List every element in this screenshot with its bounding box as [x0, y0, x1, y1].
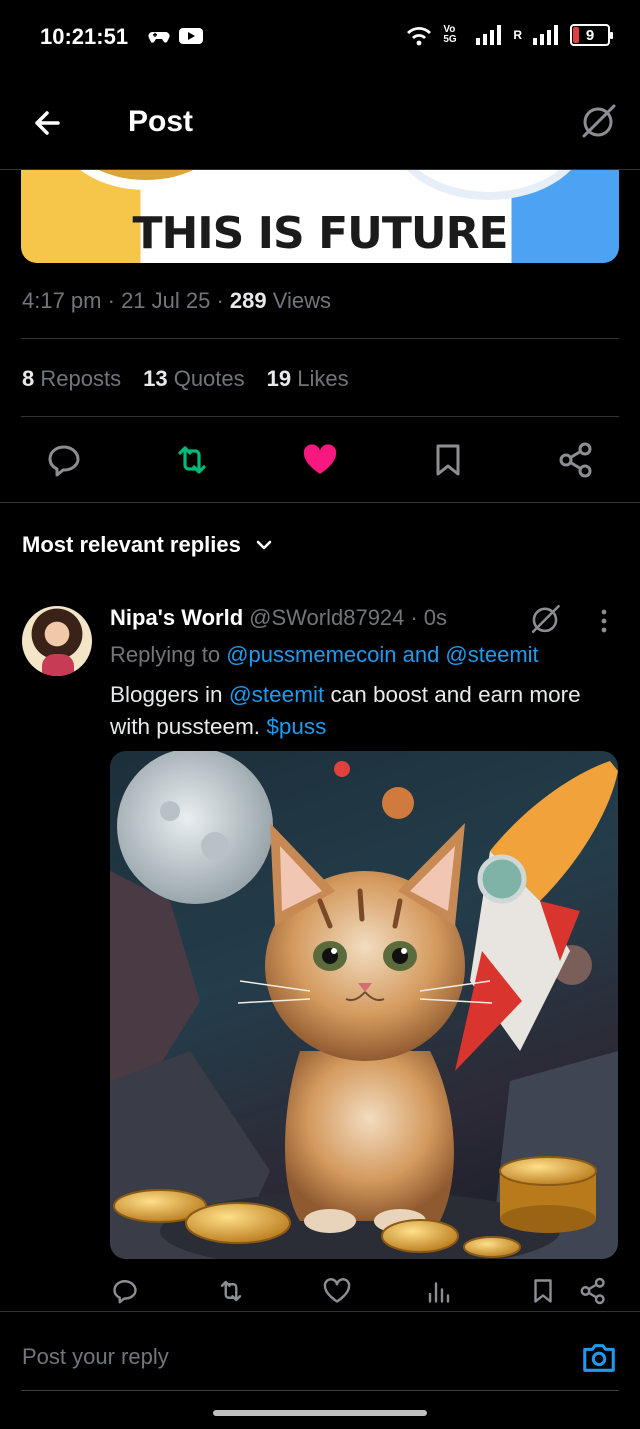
- grok-icon: [582, 104, 616, 138]
- reply-like-button[interactable]: [322, 1276, 352, 1306]
- bookmark-icon: [534, 1279, 552, 1303]
- heart-icon: [323, 1278, 351, 1303]
- back-button[interactable]: [28, 103, 68, 143]
- quotes-stat[interactable]: 13 Quotes: [143, 366, 245, 392]
- status-notification-icons: [148, 26, 204, 46]
- reposts-label: Reposts: [40, 366, 122, 391]
- post-time: 4:17 pm: [22, 288, 102, 313]
- divider: [21, 338, 619, 339]
- replying-to: Replying to @pussmemecoin and @steemit: [110, 642, 539, 668]
- network-type-label: Vo 5G: [443, 24, 457, 45]
- top-app-bar: Post: [0, 75, 640, 170]
- reply-media-image[interactable]: [110, 751, 618, 1259]
- gamepad-icon: [148, 32, 170, 43]
- repost-button[interactable]: [172, 440, 212, 480]
- chevron-down-icon: [256, 540, 272, 550]
- reply-text: Bloggers in @steemit can boost and earn …: [110, 679, 625, 743]
- reply-time: 0s: [423, 605, 447, 630]
- post-action-bar: [0, 440, 640, 482]
- battery-icon: 9: [570, 24, 613, 46]
- battery-level: 9: [585, 26, 595, 44]
- reply-text-part: Bloggers in: [110, 682, 229, 707]
- analytics-icon: [428, 1282, 450, 1303]
- reply-action-bar: [110, 1276, 620, 1310]
- reply-more-button[interactable]: [594, 606, 614, 636]
- divider: [21, 416, 619, 417]
- arrow-left-icon: [35, 111, 60, 135]
- reply-repost-button[interactable]: [216, 1276, 246, 1306]
- share-icon: [580, 1277, 605, 1305]
- composer-underline: [21, 1390, 619, 1391]
- status-bar: 10:21:51 Vo 5G R 9: [0, 0, 640, 75]
- reply-time-separator: ·: [410, 605, 418, 630]
- post-stats: 8 Reposts 13 Quotes 19 Likes: [22, 366, 349, 392]
- signal-icon-2: [533, 25, 558, 45]
- reply-views-button[interactable]: [424, 1276, 454, 1306]
- youtube-icon: [179, 28, 203, 44]
- replying-prefix: Replying to: [110, 642, 221, 667]
- likes-label: Likes: [297, 366, 349, 391]
- page-title: Post: [128, 105, 194, 138]
- reply-author-handle[interactable]: @SWorld87924: [249, 605, 404, 631]
- views-count: 289: [229, 288, 267, 313]
- reply-grok-button[interactable]: [528, 602, 562, 636]
- share-icon: [559, 442, 592, 478]
- reposts-count: 8: [22, 366, 35, 391]
- post-date: 21 Jul 25: [121, 288, 211, 313]
- grok-button[interactable]: [578, 101, 618, 141]
- post-media-image[interactable]: THIS IS FUTURE: [21, 170, 619, 263]
- quotes-count: 13: [143, 366, 168, 391]
- reply-input[interactable]: Post your reply: [22, 1344, 169, 1370]
- reply-reply-button[interactable]: [110, 1276, 140, 1306]
- reply-cashtag-link[interactable]: $puss: [266, 714, 326, 739]
- avatar[interactable]: [22, 606, 92, 676]
- wifi-icon: [407, 27, 432, 46]
- grok-icon: [531, 604, 560, 634]
- home-indicator[interactable]: [213, 1410, 427, 1416]
- banner-text: THIS IS FUTURE: [132, 208, 508, 259]
- reposts-stat[interactable]: 8 Reposts: [22, 366, 121, 392]
- reply-share-button[interactable]: [578, 1276, 608, 1306]
- repost-icon: [220, 1280, 242, 1302]
- bookmark-button[interactable]: [428, 440, 468, 480]
- reply-bookmark-button[interactable]: [528, 1276, 558, 1306]
- reply-mention-link[interactable]: @steemit: [229, 682, 324, 707]
- more-vertical-icon: [601, 609, 607, 633]
- likes-count: 19: [266, 366, 292, 391]
- replies-sort-label: Most relevant replies: [22, 532, 241, 557]
- status-system-icons: Vo 5G R 9: [405, 24, 613, 46]
- camera-button[interactable]: [580, 1338, 618, 1376]
- signal-icon: [476, 25, 502, 45]
- repost-icon: [178, 446, 206, 474]
- coin-graphic: [61, 170, 231, 190]
- bubble-graphic: [389, 170, 589, 200]
- likes-stat[interactable]: 19 Likes: [267, 366, 349, 392]
- heart-filled-icon: [303, 444, 337, 474]
- replying-to-mentions[interactable]: @pussmemecoin and @steemit: [226, 642, 538, 667]
- post-meta: 4:17 pm · 21 Jul 25 · 289 Views: [22, 288, 332, 313]
- views-label: Views: [272, 288, 332, 313]
- replies-sort-dropdown[interactable]: Most relevant replies: [22, 532, 273, 558]
- section-divider: [0, 502, 640, 503]
- reply-button[interactable]: [44, 440, 84, 480]
- comment-icon: [113, 1280, 137, 1304]
- roaming-label: R: [513, 28, 522, 42]
- comment-icon: [48, 445, 80, 477]
- reply-composer: Post your reply: [0, 1311, 640, 1391]
- share-button[interactable]: [556, 440, 596, 480]
- reply-header: Nipa's World @SWorld87924 · 0s: [110, 605, 447, 631]
- reply-author-name[interactable]: Nipa's World: [110, 605, 243, 631]
- camera-icon: [583, 1344, 615, 1372]
- bookmark-icon: [436, 444, 460, 476]
- quotes-label: Quotes: [173, 366, 245, 391]
- like-button[interactable]: [300, 440, 340, 480]
- kitten-rocket-illustration: [110, 751, 618, 1259]
- status-time: 10:21:51: [40, 24, 129, 49]
